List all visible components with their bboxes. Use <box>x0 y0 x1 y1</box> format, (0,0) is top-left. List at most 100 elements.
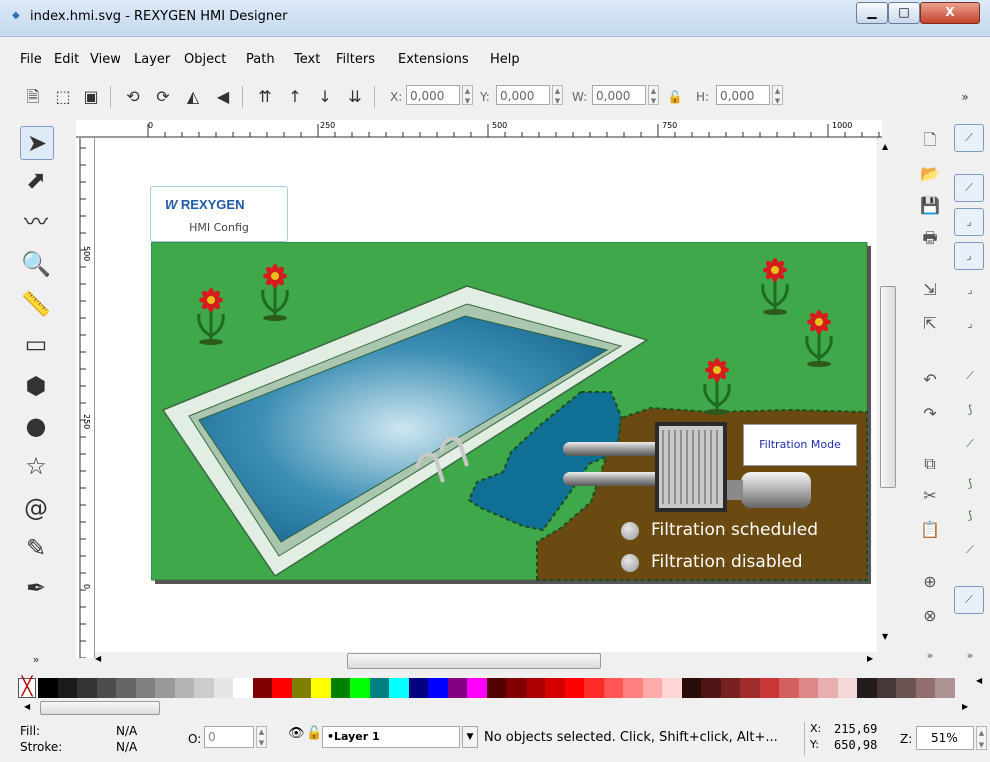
snap-object-centers-icon[interactable]: ⟋ <box>958 538 982 562</box>
color-swatch[interactable] <box>623 678 643 698</box>
flip-horizontal-icon[interactable]: ◭ <box>182 86 204 108</box>
color-swatch[interactable] <box>116 678 136 698</box>
snap-enable-toggle[interactable]: ⟋ <box>954 124 984 152</box>
color-swatch[interactable] <box>584 678 604 698</box>
rotate-ccw-icon[interactable]: ⟲ <box>122 86 144 108</box>
color-swatch[interactable] <box>447 678 467 698</box>
color-swatch[interactable] <box>252 678 272 698</box>
snap-overflow[interactable]: » <box>958 644 982 668</box>
snap-intersections-icon[interactable]: ⟋ <box>958 432 982 456</box>
x-spinner[interactable]: ▲ ▼ <box>462 85 473 105</box>
scroll-right-icon[interactable]: ▶ <box>867 654 873 663</box>
maximize-button[interactable]: □ <box>888 2 920 24</box>
export-icon[interactable]: ⇱ <box>918 312 942 336</box>
palette-scrollbar[interactable]: ◀ ▶ <box>18 700 988 716</box>
w-spinner[interactable]: ▲ ▼ <box>648 85 659 105</box>
color-swatch[interactable] <box>701 678 721 698</box>
zoom-tool-icon[interactable]: 🔍 <box>20 248 52 280</box>
new-document-icon[interactable]: 🗋 <box>918 128 942 152</box>
color-swatch[interactable] <box>330 678 350 698</box>
minimize-button[interactable]: ▁ <box>856 2 888 24</box>
menu-file[interactable]: File <box>20 52 42 67</box>
color-swatch[interactable] <box>603 678 623 698</box>
pencil-tool-icon[interactable]: ✎ <box>20 532 52 564</box>
snap-centers-icon[interactable]: ⌟ <box>958 312 982 336</box>
import-icon[interactable]: ⇲ <box>918 278 942 302</box>
color-swatch[interactable] <box>915 678 935 698</box>
redo-icon[interactable]: ↷ <box>918 402 942 426</box>
vertical-scroll-thumb[interactable] <box>880 286 896 488</box>
zoom-spinner[interactable]: ▲ ▼ <box>976 726 987 750</box>
color-swatch[interactable] <box>135 678 155 698</box>
menu-text[interactable]: Text <box>294 52 320 67</box>
color-swatch[interactable] <box>194 678 214 698</box>
color-swatch[interactable] <box>428 678 448 698</box>
select-all-icon[interactable]: ⬚ <box>52 86 74 108</box>
color-swatch[interactable] <box>857 678 877 698</box>
paste-icon[interactable]: 📋 <box>918 518 942 542</box>
save-icon[interactable]: 💾 <box>918 194 942 218</box>
color-swatch[interactable] <box>506 678 526 698</box>
color-swatch[interactable] <box>350 678 370 698</box>
color-swatch[interactable] <box>57 678 77 698</box>
filtration-mode-button[interactable]: Filtration Mode <box>743 424 857 466</box>
color-swatch[interactable] <box>896 678 916 698</box>
y-spinner[interactable]: ▲ ▼ <box>552 85 563 105</box>
color-swatch[interactable] <box>38 678 58 698</box>
snap-smooth-nodes-icon[interactable]: ⟆ <box>958 472 982 496</box>
snap-midpoints-icon[interactable]: ⌟ <box>958 278 982 302</box>
color-swatch[interactable] <box>77 678 97 698</box>
menu-edit[interactable]: Edit <box>54 52 79 67</box>
commands-overflow[interactable]: » <box>918 644 942 668</box>
cut-icon[interactable]: ✂ <box>918 484 942 508</box>
color-swatch[interactable] <box>662 678 682 698</box>
palette-menu-icon[interactable]: ◀ <box>976 676 982 685</box>
color-swatch[interactable] <box>389 678 409 698</box>
toolbox-overflow[interactable]: » <box>20 644 52 676</box>
3d-box-tool-icon[interactable]: ⬢ <box>20 370 52 402</box>
color-swatch[interactable] <box>291 678 311 698</box>
selector-tool-icon[interactable]: ➤ <box>20 126 54 160</box>
scroll-left-icon[interactable]: ◀ <box>95 654 101 663</box>
h-input[interactable]: 0,000 <box>716 85 770 105</box>
star-tool-icon[interactable]: ☆ <box>20 450 52 482</box>
menu-path[interactable]: Path <box>246 52 275 67</box>
lower-to-bottom-icon[interactable]: ⇊ <box>344 86 366 108</box>
no-paint-swatch[interactable]: ╳ <box>18 678 36 698</box>
flip-vertical-icon[interactable]: ◀ <box>212 86 234 108</box>
copy-icon[interactable]: ⧉ <box>918 452 942 476</box>
color-swatch[interactable] <box>681 678 701 698</box>
color-swatch[interactable] <box>272 678 292 698</box>
opacity-input[interactable]: 0 <box>204 726 254 748</box>
measure-tool-icon[interactable]: 📏 <box>20 288 52 320</box>
raise-icon[interactable]: ↑ <box>284 86 306 108</box>
opacity-spinner[interactable]: ▲ ▼ <box>256 726 267 748</box>
snap-bbox-corners-toggle[interactable]: ⌟ <box>954 242 984 270</box>
horizontal-scrollbar[interactable]: ◀ ▶ <box>95 652 895 669</box>
zoom-input[interactable]: 51% <box>916 726 974 750</box>
zoom-selection-icon[interactable]: ⊕ <box>918 570 942 594</box>
snap-bbox-edges-toggle[interactable]: ⌟ <box>954 208 984 236</box>
raise-to-top-icon[interactable]: ⇈ <box>254 86 276 108</box>
color-swatch[interactable] <box>96 678 116 698</box>
color-swatch[interactable] <box>525 678 545 698</box>
color-swatch[interactable] <box>935 678 955 698</box>
spiral-tool-icon[interactable]: @ <box>20 492 52 524</box>
color-swatch[interactable] <box>408 678 428 698</box>
color-swatch[interactable] <box>486 678 506 698</box>
color-swatch[interactable] <box>740 678 760 698</box>
drawing-canvas[interactable]: W REXYGEN HMI Config Filtration Mode Fil… <box>95 138 877 656</box>
color-swatch[interactable] <box>720 678 740 698</box>
color-swatch[interactable] <box>545 678 565 698</box>
undo-icon[interactable]: ↶ <box>918 368 942 392</box>
commandbar-overflow[interactable]: » <box>954 86 976 108</box>
rotate-cw-icon[interactable]: ⟳ <box>152 86 174 108</box>
node-tool-icon[interactable]: ⬈ <box>20 164 52 196</box>
color-swatch[interactable] <box>467 678 487 698</box>
snap-paths-icon[interactable]: ⟆ <box>958 398 982 422</box>
color-swatch[interactable] <box>369 678 389 698</box>
y-input[interactable]: 0,000 <box>496 85 550 105</box>
menu-extensions[interactable]: Extensions <box>398 52 469 67</box>
color-swatch[interactable] <box>642 678 662 698</box>
snap-nodes-icon[interactable]: ⟋ <box>958 364 982 388</box>
